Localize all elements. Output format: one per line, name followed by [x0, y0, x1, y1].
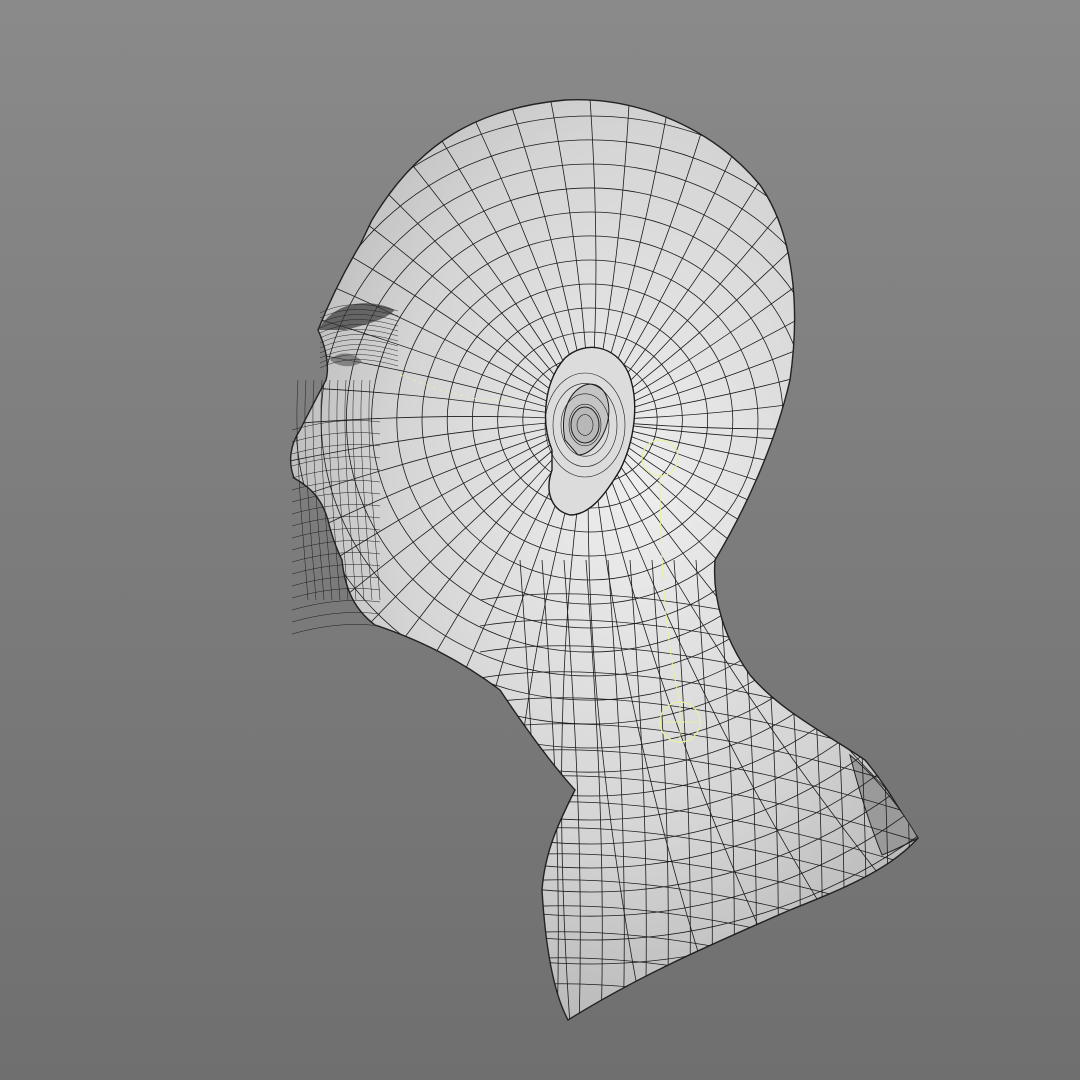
mesh-edge: [960, 560, 976, 1030]
mesh-edge: [982, 560, 998, 1030]
mesh-edge: [915, 559, 918, 1020]
mesh-edge: [938, 560, 954, 1030]
mesh-edge: [893, 559, 911, 1020]
mesh-edge: [479, 957, 918, 1020]
mesh-edge: [291, 624, 381, 635]
mesh-edge: [296, 379, 309, 601]
scene: [289, 98, 998, 1030]
3d-viewport[interactable]: [0, 0, 1080, 1080]
mesh-edge: [479, 983, 918, 1020]
